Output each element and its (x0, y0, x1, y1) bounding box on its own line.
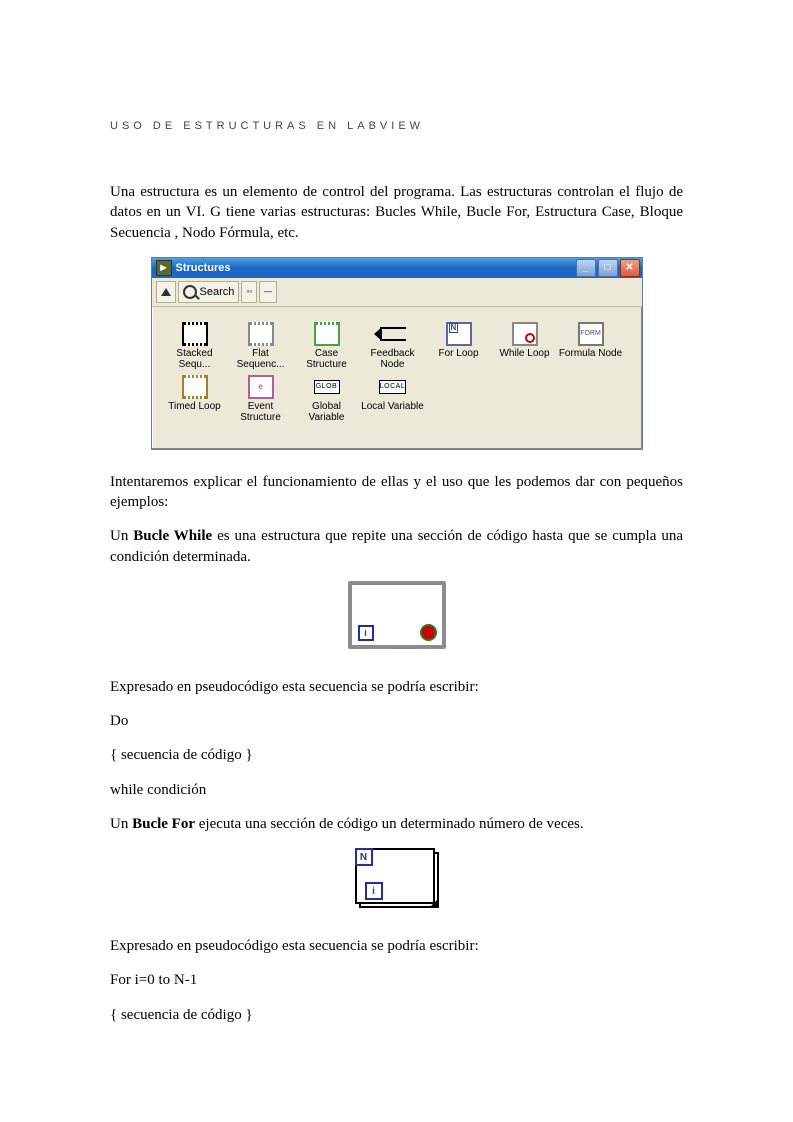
maximize-button[interactable]: □ (598, 259, 618, 277)
feedback-node-icon (380, 327, 406, 341)
stacked-sequence-icon (182, 322, 208, 346)
case-structure-icon (314, 322, 340, 346)
document-page: USO DE ESTRUCTURAS EN LABVIEW Una estruc… (0, 0, 793, 1099)
count-terminal-icon: N (355, 848, 373, 866)
close-button[interactable]: ✕ (620, 259, 640, 277)
arrow-up-icon (161, 288, 171, 296)
paragraph-pseudo-intro-2: Expresado en pseudocódigo esta secuencia… (110, 936, 683, 956)
options-button[interactable]: — (259, 281, 277, 303)
structures-window: ▶ Structures _ □ ✕ Search ▫▫ — Stacked S… (151, 257, 643, 450)
palette-label: Case Structure (294, 348, 360, 370)
while-loop-icon (512, 322, 538, 346)
code-for: For i=0 to N-1 (110, 970, 683, 990)
palette-case-structure[interactable]: Case Structure (294, 323, 360, 370)
palette-label: Timed Loop (168, 401, 220, 412)
palette-label: Stacked Sequ... (162, 348, 228, 370)
palette-timed-loop[interactable]: Timed Loop (162, 376, 228, 423)
palette-label: Feedback Node (360, 348, 426, 370)
code-do: Do (110, 711, 683, 731)
code-body-2: { secuencia de código } (110, 1005, 683, 1025)
palette-grid: Stacked Sequ... Flat Sequenc... Case Str… (152, 307, 642, 449)
palette-label: Global Variable (294, 401, 360, 423)
palette-event-structure[interactable]: e Event Structure (228, 376, 294, 423)
for-loop-figure: N i (355, 848, 439, 908)
palette-flat-sequence[interactable]: Flat Sequenc... (228, 323, 294, 370)
palette-while-loop[interactable]: While Loop (492, 323, 558, 370)
paragraph-intro: Una estructura es un elemento de control… (110, 182, 683, 243)
text-bold-for: Bucle For (132, 816, 195, 832)
local-variable-icon: LOCAL (379, 380, 406, 394)
palette-for-loop[interactable]: For Loop (426, 323, 492, 370)
timed-loop-icon (182, 375, 208, 399)
palette-label: While Loop (499, 348, 549, 359)
search-button[interactable]: Search (178, 281, 240, 303)
global-variable-icon: GLOB (314, 380, 340, 394)
page-header: USO DE ESTRUCTURAS EN LABVIEW (110, 120, 683, 132)
iteration-terminal-icon: i (358, 625, 374, 641)
stop-terminal-icon (420, 624, 437, 641)
text-prefix: Un (110, 528, 133, 544)
palette-label: For Loop (438, 348, 478, 359)
palette-label: Local Variable (361, 401, 424, 412)
palette-local-variable[interactable]: LOCAL Local Variable (360, 376, 426, 423)
search-label: Search (200, 286, 235, 298)
palette-formula-node[interactable]: FORM Formula Node (558, 323, 624, 370)
paragraph-while-def: Un Bucle While es una estructura que rep… (110, 526, 683, 567)
text-prefix: Un (110, 816, 132, 832)
up-button[interactable] (156, 281, 176, 303)
formula-node-icon: FORM (578, 322, 604, 346)
for-loop-icon (446, 322, 472, 346)
palette-stacked-sequence[interactable]: Stacked Sequ... (162, 323, 228, 370)
paragraph-for-def: Un Bucle For ejecuta una sección de códi… (110, 814, 683, 834)
palette-feedback-node[interactable]: Feedback Node (360, 323, 426, 370)
window-titlebar: ▶ Structures _ □ ✕ (152, 258, 642, 278)
text-bold-while: Bucle While (133, 528, 212, 544)
while-loop-figure: i (348, 581, 446, 649)
view-button[interactable]: ▫▫ (241, 281, 257, 303)
iteration-terminal-icon: i (365, 882, 383, 900)
window-title: Structures (176, 262, 574, 274)
labview-icon: ▶ (156, 260, 172, 276)
window-toolbar: Search ▫▫ — (152, 278, 642, 307)
palette-label: Formula Node (559, 348, 622, 359)
code-while: while condición (110, 780, 683, 800)
palette-global-variable[interactable]: GLOB Global Variable (294, 376, 360, 423)
search-icon (183, 285, 197, 299)
corner-fold-icon (429, 898, 439, 908)
palette-label: Flat Sequenc... (228, 348, 294, 370)
palette-label: Event Structure (228, 401, 294, 423)
event-structure-icon: e (248, 375, 274, 399)
code-body-1: { secuencia de código } (110, 745, 683, 765)
paragraph-pseudo-intro-1: Expresado en pseudocódigo esta secuencia… (110, 677, 683, 697)
paragraph-explain: Intentaremos explicar el funcionamiento … (110, 472, 683, 513)
minimize-button[interactable]: _ (576, 259, 596, 277)
text-suffix: ejecuta una sección de código un determi… (195, 816, 584, 832)
flat-sequence-icon (248, 322, 274, 346)
